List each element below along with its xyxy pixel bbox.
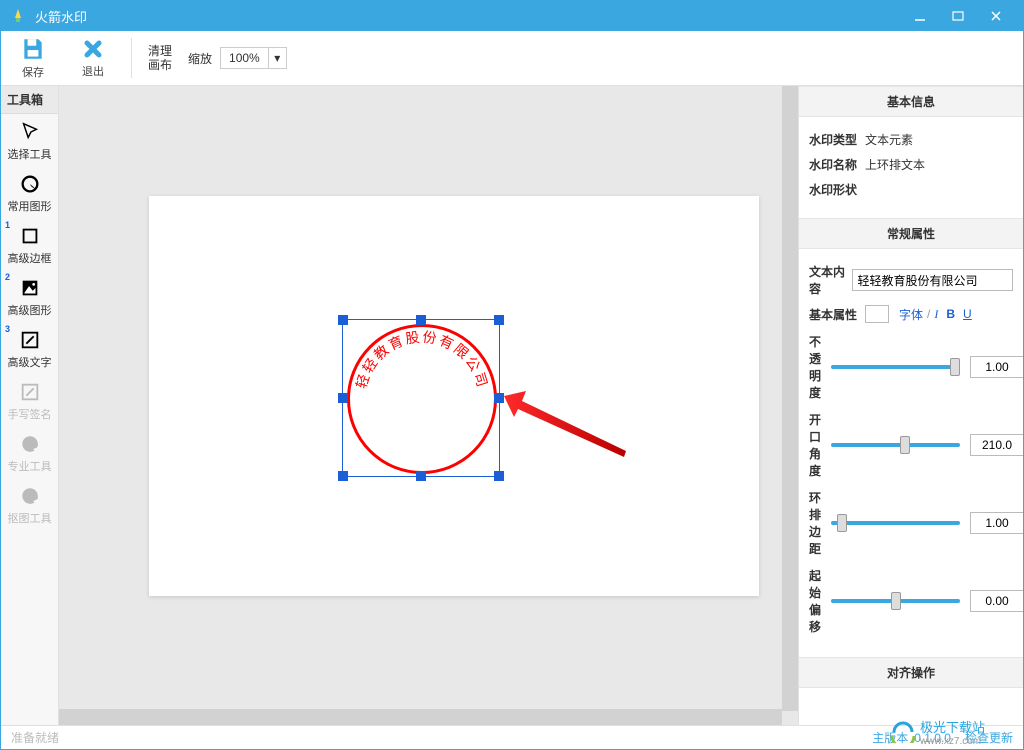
tool-adv-border[interactable]: 1 高级边框 (1, 218, 58, 270)
resize-handle[interactable] (338, 393, 348, 403)
save-button[interactable]: 保存 (11, 34, 55, 82)
circle-shape[interactable] (347, 324, 497, 474)
resize-handle[interactable] (494, 393, 504, 403)
props-title: 常规属性 (799, 218, 1023, 249)
sidebar-title: 工具箱 (1, 86, 58, 114)
start-offset-slider[interactable] (831, 599, 960, 603)
font-link[interactable]: 字体 (899, 306, 923, 323)
resize-handle[interactable] (416, 315, 426, 325)
close-button[interactable] (977, 1, 1015, 31)
italic-toggle[interactable]: I (934, 307, 938, 322)
ring-margin-input[interactable] (970, 512, 1023, 534)
minimize-button[interactable] (901, 1, 939, 31)
version-value: 0.1.0.0 (914, 731, 951, 745)
zoom-select[interactable]: 100% ▾ (220, 47, 287, 69)
resize-handle[interactable] (338, 471, 348, 481)
wm-name-value: 上环排文本 (865, 156, 1013, 173)
save-icon (20, 36, 46, 62)
tool-adv-shape[interactable]: 2 高级图形 (1, 270, 58, 322)
main-toolbar: 保存 退出 清理 画布 缩放 100% ▾ (1, 31, 1023, 86)
properties-panel: 基本信息 水印类型文本元素 水印名称上环排文本 水印形状 常规属性 文本内容 基… (798, 86, 1023, 725)
pen-icon (17, 379, 43, 405)
text-content-input[interactable] (852, 269, 1013, 291)
statusbar: 准备就绪 主版本 0.1.0.0 检查更新 (1, 725, 1023, 749)
align-title: 对齐操作 (799, 657, 1023, 688)
tool-signature[interactable]: 手写签名 (1, 374, 58, 426)
titlebar: 火箭水印 (1, 1, 1023, 31)
exit-icon (81, 37, 105, 61)
tool-adv-text[interactable]: 3 高级文字 (1, 322, 58, 374)
wm-type-value: 文本元素 (865, 131, 1013, 148)
tool-select[interactable]: 选择工具 (1, 114, 58, 166)
opacity-input[interactable] (970, 356, 1023, 378)
exit-button[interactable]: 退出 (71, 34, 115, 82)
chevron-down-icon: ▾ (268, 48, 286, 68)
status-ready: 准备就绪 (11, 729, 872, 746)
color-picker[interactable] (865, 305, 889, 323)
basic-info-title: 基本信息 (799, 86, 1023, 117)
clear-canvas-button[interactable]: 清理 画布 (148, 44, 172, 73)
bold-toggle[interactable]: B (946, 307, 955, 321)
square-icon (17, 223, 43, 249)
zoom-value: 100% (221, 51, 268, 65)
palette-icon (17, 431, 43, 457)
canvas-area[interactable]: 轻轻教育股份有限公司 (59, 86, 798, 725)
open-angle-slider[interactable] (831, 443, 960, 447)
canvas[interactable]: 轻轻教育股份有限公司 (149, 196, 759, 596)
selection-box[interactable]: 轻轻教育股份有限公司 (342, 319, 500, 477)
scrollbar-thumb[interactable] (59, 709, 782, 725)
tool-common-shape[interactable]: 常用图形 (1, 166, 58, 218)
save-label: 保存 (22, 64, 44, 80)
circle-icon (17, 171, 43, 197)
check-update-link[interactable]: 检查更新 (965, 729, 1013, 746)
opacity-slider[interactable] (831, 365, 960, 369)
edit-icon (17, 327, 43, 353)
tool-cutout[interactable]: 抠图工具 (1, 478, 58, 530)
tool-sidebar: 工具箱 选择工具 常用图形 1 高级边框 2 高级图形 3 (1, 86, 59, 725)
resize-handle[interactable] (416, 471, 426, 481)
image-icon (17, 275, 43, 301)
start-offset-input[interactable] (970, 590, 1023, 612)
underline-toggle[interactable]: U (963, 307, 972, 321)
version-label: 主版本 (872, 729, 908, 746)
maximize-button[interactable] (939, 1, 977, 31)
cursor-icon (17, 119, 43, 145)
scrollbar-thumb[interactable] (782, 86, 798, 711)
resize-handle[interactable] (338, 315, 348, 325)
vertical-scrollbar[interactable] (782, 86, 798, 711)
open-angle-input[interactable] (970, 434, 1023, 456)
exit-label: 退出 (82, 63, 104, 79)
app-title: 火箭水印 (35, 7, 901, 26)
tool-pro[interactable]: 专业工具 (1, 426, 58, 478)
ring-margin-slider[interactable] (831, 521, 960, 525)
horizontal-scrollbar[interactable] (59, 709, 782, 725)
resize-handle[interactable] (494, 471, 504, 481)
app-icon (9, 7, 27, 25)
annotation-arrow-icon (504, 391, 634, 461)
zoom-label: 缩放 (188, 50, 212, 67)
resize-handle[interactable] (494, 315, 504, 325)
palette-icon (17, 483, 43, 509)
toolbar-separator (131, 38, 132, 78)
